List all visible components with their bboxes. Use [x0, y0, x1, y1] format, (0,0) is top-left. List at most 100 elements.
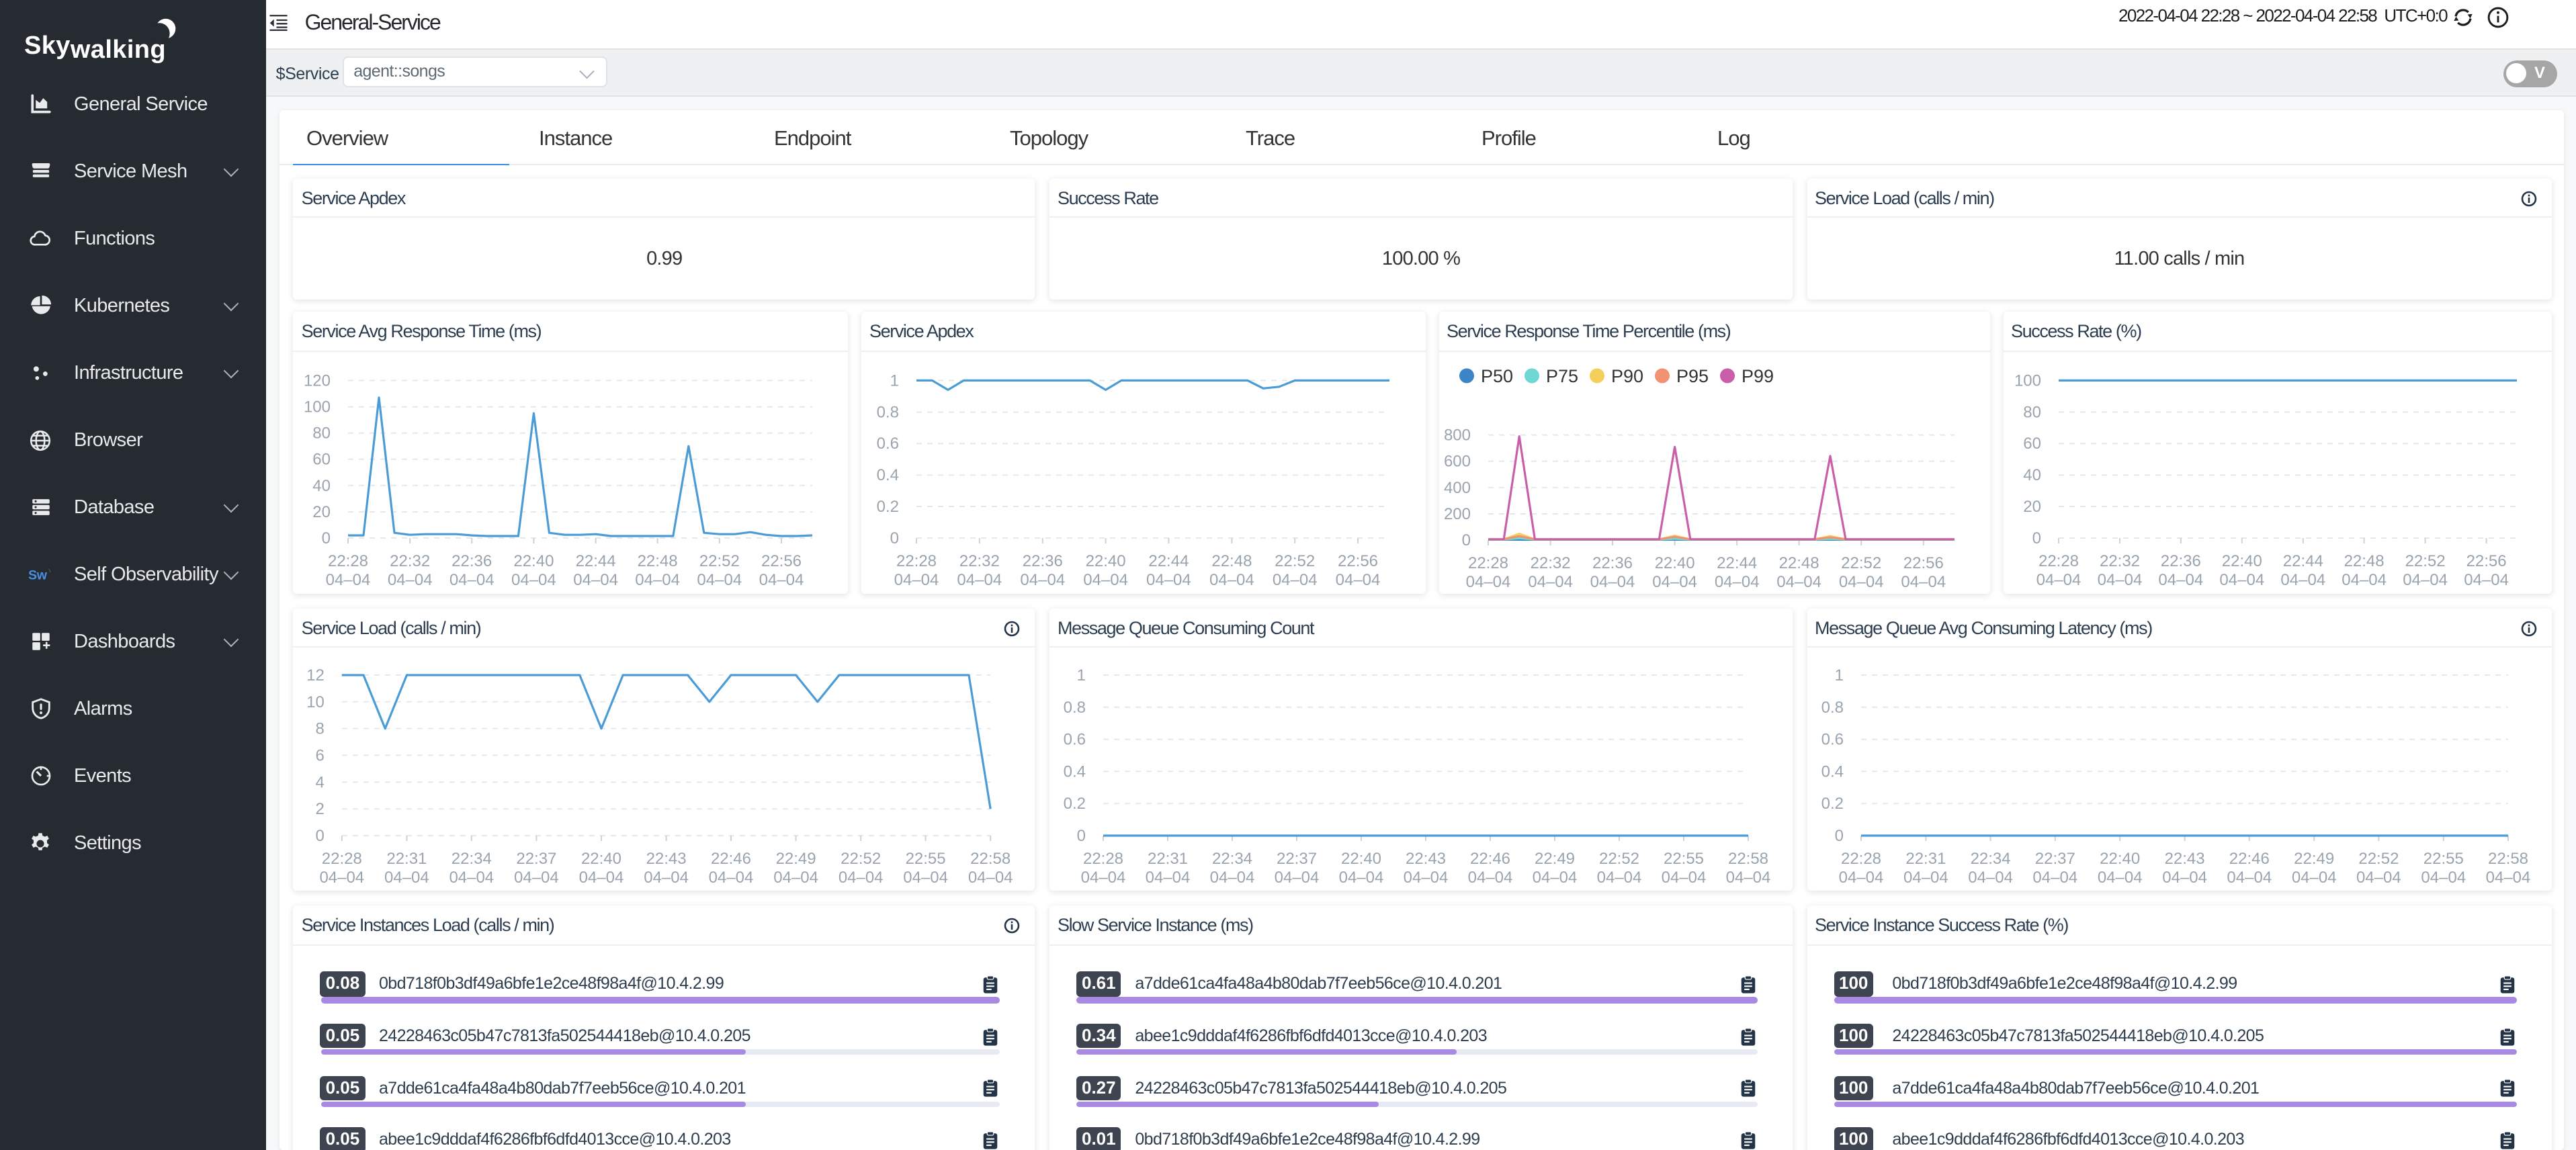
svg-text:22:52: 22:52 [1275, 552, 1315, 570]
svg-text:2: 2 [316, 800, 325, 818]
svg-text:60: 60 [313, 450, 331, 468]
svg-text:04–04: 04–04 [1339, 869, 1384, 887]
svg-text:22:37: 22:37 [2034, 850, 2075, 868]
svg-text:600: 600 [1443, 452, 1470, 470]
svg-text:22:28: 22:28 [322, 850, 362, 868]
svg-text:22:43: 22:43 [2164, 850, 2204, 868]
svg-text:04–04: 04–04 [1404, 869, 1449, 887]
svg-text:0.2: 0.2 [1064, 795, 1086, 813]
svg-text:22:44: 22:44 [576, 552, 616, 570]
svg-text:04–04: 04–04 [2485, 869, 2530, 887]
svg-text:22:52: 22:52 [1599, 850, 1639, 868]
svg-text:04–04: 04–04 [2356, 869, 2401, 887]
svg-text:22:44: 22:44 [1148, 552, 1189, 570]
svg-text:04–04: 04–04 [2463, 571, 2508, 589]
svg-text:22:55: 22:55 [906, 850, 946, 868]
svg-text:0.2: 0.2 [1821, 795, 1843, 813]
svg-text:200: 200 [1443, 505, 1470, 523]
svg-text:22:40: 22:40 [1654, 554, 1694, 572]
svg-text:0: 0 [1834, 827, 1843, 845]
svg-text:0: 0 [2032, 529, 2041, 547]
svg-text:22:31: 22:31 [1148, 850, 1188, 868]
svg-text:0.6: 0.6 [1821, 731, 1843, 749]
svg-text:0.4: 0.4 [1821, 762, 1843, 781]
svg-text:20: 20 [2022, 498, 2041, 516]
svg-text:04–04: 04–04 [326, 571, 371, 589]
svg-text:0.6: 0.6 [1064, 731, 1086, 749]
svg-text:04–04: 04–04 [1275, 869, 1320, 887]
svg-text:04–04: 04–04 [1083, 571, 1128, 589]
svg-text:04–04: 04–04 [2036, 571, 2081, 589]
svg-text:Sw: Sw [28, 568, 48, 582]
svg-text:22:48: 22:48 [1211, 552, 1252, 570]
svg-text:P90: P90 [1611, 365, 1643, 386]
svg-text:04–04: 04–04 [1714, 573, 1759, 591]
svg-text:04–04: 04–04 [2420, 869, 2465, 887]
svg-text:04–04: 04–04 [2097, 869, 2142, 887]
svg-text:22:56: 22:56 [1903, 554, 1943, 572]
svg-text:04–04: 04–04 [1597, 869, 1642, 887]
svg-text:0.2: 0.2 [877, 498, 899, 516]
svg-text:22:49: 22:49 [2293, 850, 2333, 868]
svg-text:22:48: 22:48 [638, 552, 678, 570]
svg-text:22:40: 22:40 [514, 552, 554, 570]
svg-text:04–04: 04–04 [1465, 573, 1510, 591]
svg-text:1: 1 [1077, 666, 1086, 684]
svg-text:22:52: 22:52 [699, 552, 740, 570]
svg-text:4: 4 [316, 773, 325, 791]
svg-text:22:44: 22:44 [1716, 554, 1756, 572]
svg-text:0.8: 0.8 [1821, 699, 1843, 717]
svg-text:22:52: 22:52 [841, 850, 882, 868]
svg-text:04–04: 04–04 [697, 571, 742, 589]
svg-text:100: 100 [304, 398, 331, 416]
svg-text:22:36: 22:36 [452, 552, 492, 570]
svg-text:P95: P95 [1676, 365, 1708, 386]
svg-text:22:43: 22:43 [1406, 850, 1446, 868]
svg-text:0: 0 [890, 529, 899, 547]
svg-text:22:37: 22:37 [1277, 850, 1317, 868]
svg-text:22:55: 22:55 [1664, 850, 1704, 868]
svg-text:04–04: 04–04 [449, 869, 495, 887]
svg-text:22:40: 22:40 [2099, 850, 2139, 868]
svg-text:22:31: 22:31 [387, 850, 427, 868]
svg-text:22:28: 22:28 [896, 552, 937, 570]
svg-text:22:58: 22:58 [971, 850, 1011, 868]
svg-text:04–04: 04–04 [2226, 869, 2271, 887]
svg-text:22:32: 22:32 [1530, 554, 1570, 572]
svg-text:12: 12 [307, 666, 325, 684]
svg-text:04–04: 04–04 [2157, 571, 2202, 589]
svg-text:04–04: 04–04 [1651, 573, 1697, 591]
svg-text:04–04: 04–04 [1527, 573, 1572, 591]
svg-text:0.4: 0.4 [1064, 762, 1086, 781]
svg-text:04–04: 04–04 [574, 571, 619, 589]
svg-text:22:36: 22:36 [1023, 552, 1063, 570]
svg-text:20: 20 [313, 503, 331, 521]
svg-text:8: 8 [316, 720, 325, 738]
svg-text:22:56: 22:56 [762, 552, 802, 570]
svg-text:1: 1 [1834, 666, 1843, 684]
svg-text:22:55: 22:55 [2423, 850, 2463, 868]
svg-text:0.8: 0.8 [877, 403, 899, 421]
svg-text:22:49: 22:49 [776, 850, 816, 868]
svg-text:22:28: 22:28 [1467, 554, 1508, 572]
svg-text:04–04: 04–04 [449, 571, 495, 589]
svg-text:22:52: 22:52 [1840, 554, 1881, 572]
svg-text:04–04: 04–04 [1146, 571, 1191, 589]
svg-text:04–04: 04–04 [709, 869, 754, 887]
svg-text:04–04: 04–04 [2280, 571, 2325, 589]
svg-text:04–04: 04–04 [1900, 573, 1945, 591]
svg-text:22:28: 22:28 [1840, 850, 1881, 868]
svg-text:400: 400 [1443, 478, 1470, 496]
svg-text:04–04: 04–04 [2341, 571, 2386, 589]
svg-text:04–04: 04–04 [839, 869, 884, 887]
svg-text:04–04: 04–04 [894, 571, 939, 589]
svg-text:0: 0 [316, 827, 325, 845]
svg-text:22:40: 22:40 [582, 850, 622, 868]
svg-text:22:44: 22:44 [2282, 552, 2323, 570]
svg-text:04–04: 04–04 [1838, 573, 1883, 591]
svg-text:04–04: 04–04 [1020, 571, 1065, 589]
svg-text:04–04: 04–04 [1146, 869, 1191, 887]
svg-text:04–04: 04–04 [1081, 869, 1126, 887]
svg-text:22:32: 22:32 [959, 552, 1000, 570]
svg-text:22:28: 22:28 [1083, 850, 1123, 868]
